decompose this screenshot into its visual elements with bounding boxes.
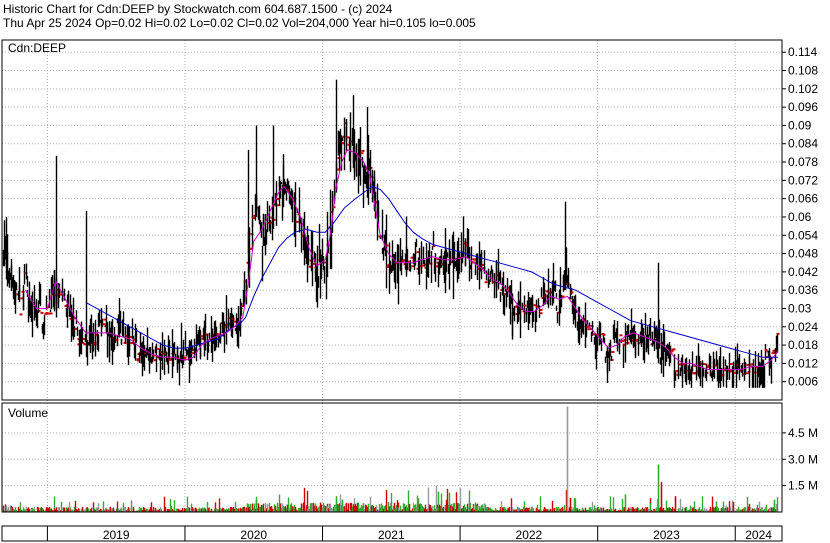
x-axis-ticks: 2019 2020 2021 2022 2023 2024 [46, 526, 772, 542]
price-tick-label: 0.09 [788, 118, 812, 132]
price-tick-label: 0.102 [788, 82, 818, 96]
price-tick-label: 0.072 [788, 173, 818, 187]
price-tick-label: 0.108 [788, 64, 818, 78]
x-tick-label: 2021 [378, 528, 405, 542]
price-tick-label: 0.024 [788, 320, 818, 334]
volume-grid [2, 432, 782, 487]
price-axis-ticks: 0.114 0.108 0.102 0.096 0.09 0.084 0.078 0.072 0… [782, 45, 818, 389]
price-tick-label: 0.018 [788, 338, 818, 352]
volume-panel-label: Volume [8, 406, 48, 420]
price-tick-label: 0.066 [788, 192, 818, 206]
x-tick-label: 2024 [745, 528, 772, 542]
price-tick-label: 0.096 [788, 100, 818, 114]
price-tick-label: 0.084 [788, 137, 818, 151]
x-tick-label: 2020 [240, 528, 267, 542]
x-tick-label: 2019 [103, 528, 130, 542]
stock-chart: 0.114 0.108 0.102 0.096 0.09 0.084 0.078 0.072 0… [1, 39, 818, 542]
price-panel-label: Cdn:DEEP [8, 41, 66, 55]
volume-axis-ticks: 4.5 M 3.0 M 1.5 M [782, 426, 818, 493]
price-tick-label: 0.006 [788, 375, 818, 389]
price-tick-label: 0.06 [788, 210, 812, 224]
price-tick-label: 0.036 [788, 283, 818, 297]
volume-tick-label: 3.0 M [788, 452, 818, 466]
price-tick-label: 0.03 [788, 301, 812, 315]
x-tick-label: 2022 [516, 528, 543, 542]
price-tick-label: 0.042 [788, 265, 818, 279]
x-tick-label: 2023 [653, 528, 680, 542]
volume-tick-label: 1.5 M [788, 479, 818, 493]
price-tick-label: 0.078 [788, 155, 818, 169]
price-tick-label: 0.054 [788, 228, 818, 242]
volume-tick-label: 4.5 M [788, 426, 818, 440]
x-grid [46, 40, 736, 512]
price-tick-label: 0.114 [788, 45, 817, 59]
price-tick-label: 0.048 [788, 247, 818, 261]
price-tick-label: 0.012 [788, 356, 818, 370]
